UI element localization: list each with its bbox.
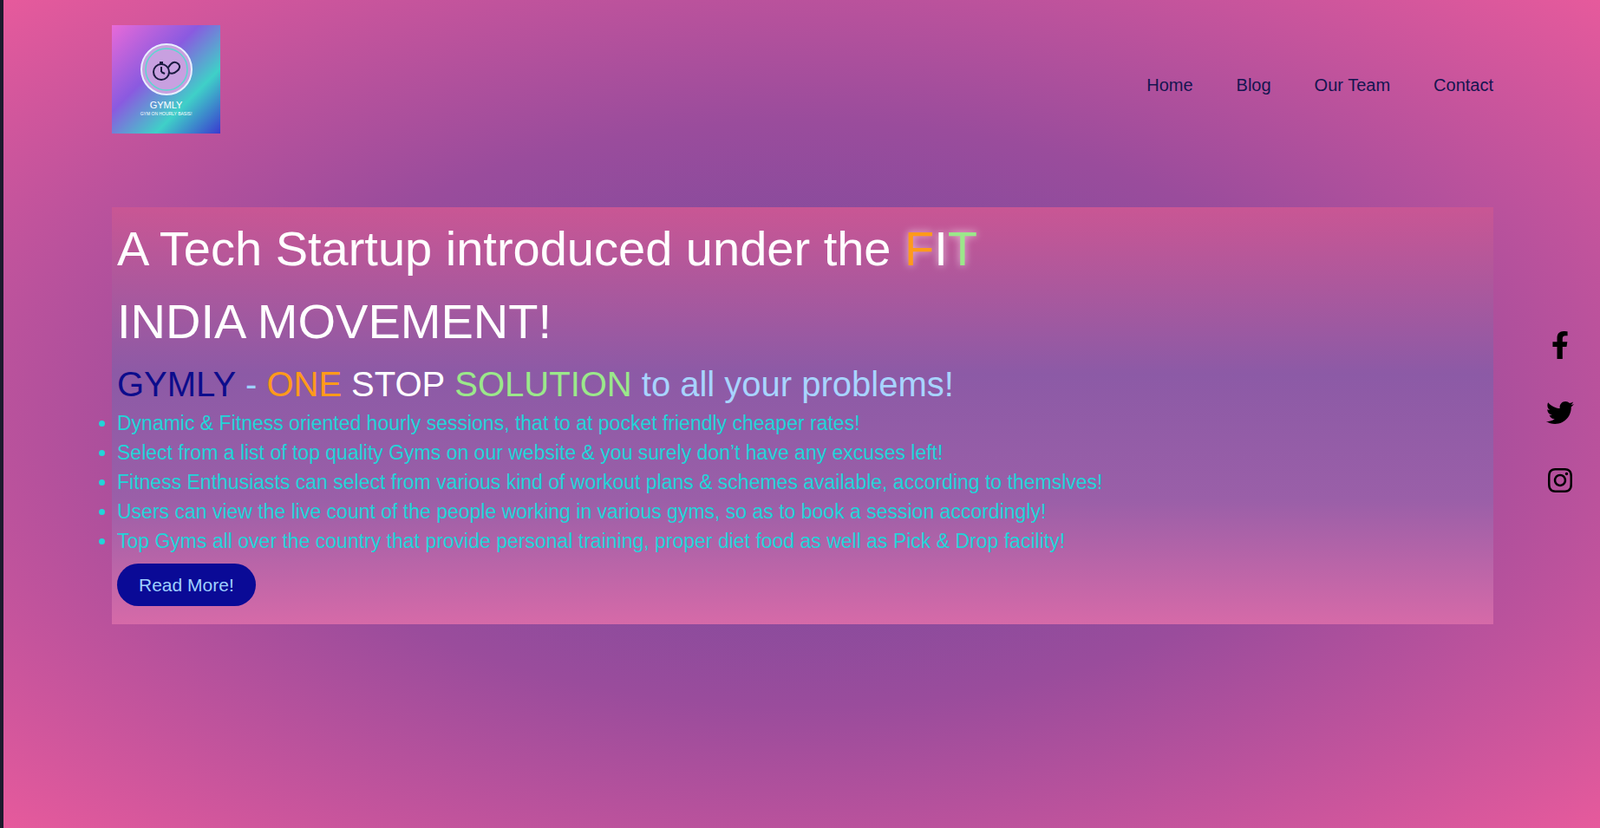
nav-link[interactable]: Blog xyxy=(1236,71,1272,98)
feature-item: Fitness Enthusiasts can select from vari… xyxy=(117,467,1480,497)
hero-subtitle: GYMLY-ONESTOPSOLUTIONto all your problem… xyxy=(117,359,1480,409)
subtitle-part: to all your problems! xyxy=(641,359,954,409)
feature-item: Select from a list of top quality Gyms o… xyxy=(117,437,1480,468)
logo-emblem-icon xyxy=(138,41,195,98)
logo-tagline: GYM ON HOURLY BASIS! xyxy=(140,111,193,118)
heading-highlight-letter: T xyxy=(947,221,978,276)
hero-heading: A Tech Startup introduced under the FIT I… xyxy=(117,212,1480,359)
feature-item: Top Gyms all over the country that provi… xyxy=(117,526,1480,556)
header: GYMLYGYM ON HOURLY BASIS! Home Blog Our Tea… xyxy=(3,0,1600,134)
heading-highlight-letter: F xyxy=(904,221,934,276)
social-bar xyxy=(1546,331,1574,495)
twitter-icon[interactable] xyxy=(1546,398,1574,427)
logo[interactable]: GYMLYGYM ON HOURLY BASIS! xyxy=(111,25,221,134)
read-more-button[interactable]: Read More! xyxy=(117,563,256,607)
subtitle-part: STOP xyxy=(351,359,445,409)
subtitle-part: - xyxy=(245,359,257,409)
page: GYMLYGYM ON HOURLY BASIS!HomeBlogOur Tea… xyxy=(0,0,1600,828)
main: A Tech Startup introduced under the FIT I… xyxy=(3,133,1600,625)
heading-suffix: INDIA MOVEMENT! xyxy=(117,293,552,349)
nav-link[interactable]: Our Team xyxy=(1314,71,1391,98)
nav: Home Blog Our Team Contact xyxy=(1146,25,1494,98)
hero-card: A Tech Startup introduced under the FIT I… xyxy=(111,207,1494,625)
subtitle-part: ONE xyxy=(266,359,342,409)
instagram-icon[interactable] xyxy=(1546,466,1574,495)
heading-highlight-letter: I xyxy=(933,221,948,276)
feature-list: Dynamic & Fitness oriented hourly sessio… xyxy=(117,408,1480,556)
nav-link[interactable]: Contact xyxy=(1433,71,1494,98)
subtitle-part: SOLUTION xyxy=(454,359,632,409)
nav-link[interactable]: Home xyxy=(1146,71,1193,98)
heading-prefix: A Tech Startup introduced under the xyxy=(117,221,905,276)
logo-name: GYMLY xyxy=(150,98,183,112)
subtitle-part: GYMLY xyxy=(117,359,236,409)
feature-item: Dynamic & Fitness oriented hourly sessio… xyxy=(117,408,1480,438)
feature-item: Users can view the live count of the peo… xyxy=(117,496,1480,527)
facebook-icon[interactable] xyxy=(1547,331,1574,360)
